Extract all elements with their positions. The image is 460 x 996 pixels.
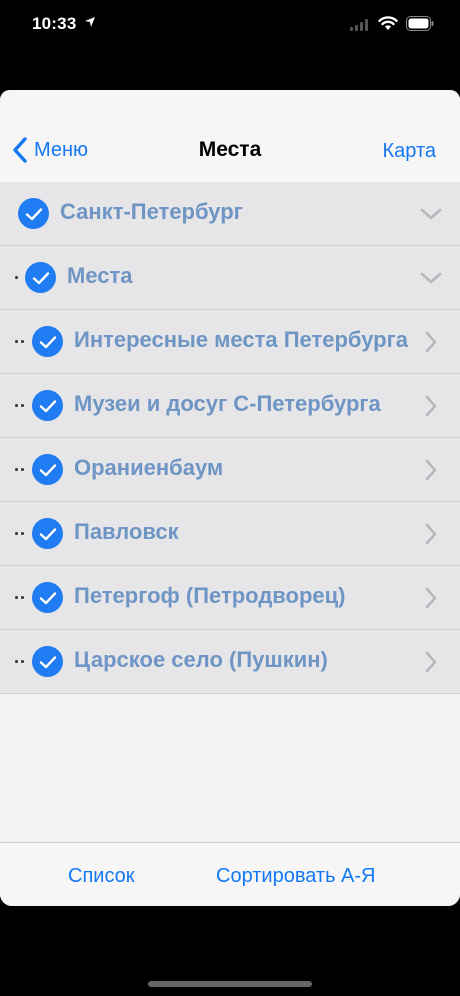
checkmark-icon[interactable] (18, 198, 49, 229)
chevron-right-icon (425, 651, 437, 673)
back-button-label: Меню (34, 138, 89, 161)
list-item-label: Музеи и досуг С-Петербурга (74, 391, 381, 416)
bottom-toolbar: Список Сортировать А-Я (0, 842, 460, 906)
back-button[interactable]: Меню (12, 134, 88, 166)
location-arrow-icon (85, 17, 95, 27)
indent-dots (15, 404, 24, 407)
list-button[interactable]: Список (68, 865, 135, 888)
checkmark-icon[interactable] (32, 582, 63, 613)
chevron-right-icon (425, 587, 437, 609)
indent-dots (15, 660, 24, 663)
chevron-right-icon (425, 331, 437, 353)
checkmark-icon[interactable] (25, 262, 56, 293)
list-item[interactable]: Музеи и досуг С-Петербурга (0, 374, 460, 438)
list-item[interactable]: Петергоф (Петродворец) (0, 566, 460, 630)
chevron-right-icon (425, 395, 437, 417)
list-item-label: Царское село (Пушкин) (74, 647, 328, 672)
navigation-bar: Меню Места Карта (0, 90, 460, 183)
list-item-label: Интересные места Петербурга (74, 327, 409, 352)
places-tree-list: Санкт-Петербург Места Интересные места П… (0, 182, 460, 694)
list-item-label: Санкт-Петербург (60, 199, 243, 224)
places-sheet: Меню Места Карта Санкт-Петербург Места И… (0, 90, 460, 906)
checkmark-icon[interactable] (32, 390, 63, 421)
wifi-icon (378, 16, 398, 30)
list-item[interactable]: Павловск (0, 502, 460, 566)
sort-button[interactable]: Сортировать А-Я (216, 865, 376, 888)
list-item[interactable]: Интересные места Петербурга (0, 310, 460, 374)
map-button[interactable]: Карта (382, 140, 436, 163)
checkmark-icon[interactable] (32, 454, 63, 485)
list-item[interactable]: Санкт-Петербург (0, 182, 460, 246)
chevron-right-icon (425, 459, 437, 481)
list-item[interactable]: Ораниенбаум (0, 438, 460, 502)
list-item-label: Ораниенбаум (74, 455, 224, 480)
indent-dots (15, 340, 24, 343)
checkmark-icon[interactable] (32, 518, 63, 549)
indent-dots (15, 532, 24, 535)
chevron-left-icon (13, 137, 27, 163)
list-item[interactable]: Царское село (Пушкин) (0, 630, 460, 694)
list-item-label: Места (67, 263, 133, 288)
list-item-label: Павловск (74, 519, 179, 544)
cellular-signal-icon (350, 19, 370, 31)
indent-dots (15, 596, 24, 599)
indent-dots (15, 276, 18, 279)
status-time: 10:33 (32, 14, 77, 33)
list-item[interactable]: Места (0, 246, 460, 310)
chevron-right-icon (425, 523, 437, 545)
indent-dots (15, 468, 24, 471)
battery-icon (406, 16, 434, 31)
home-indicator[interactable] (148, 981, 312, 987)
checkmark-icon[interactable] (32, 326, 63, 357)
chevron-down-icon (420, 208, 442, 220)
list-item-label: Петергоф (Петродворец) (74, 583, 346, 608)
status-bar: 10:33 (0, 0, 460, 50)
checkmark-icon[interactable] (32, 646, 63, 677)
chevron-down-icon (420, 272, 442, 284)
